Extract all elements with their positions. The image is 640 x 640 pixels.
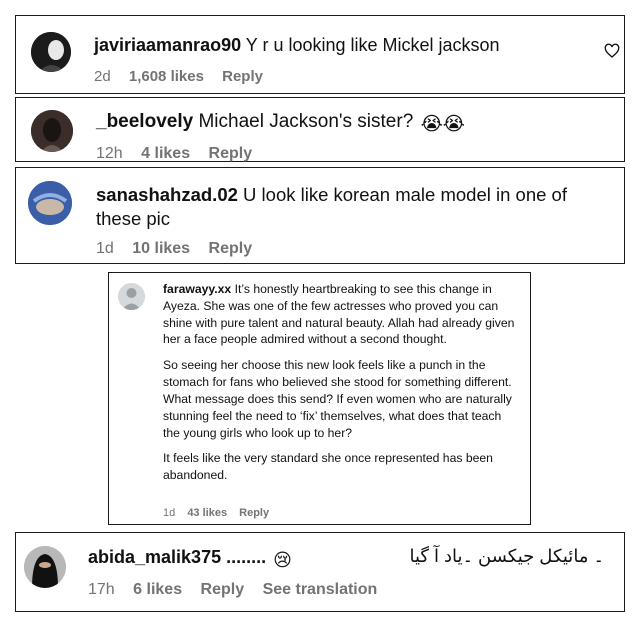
timestamp: 1d xyxy=(163,507,176,519)
reply-button[interactable]: Reply xyxy=(209,145,253,162)
comment-body: Y r u looking like Mickel jackson xyxy=(245,35,500,55)
comment-meta: 12h 4 likes Reply xyxy=(96,145,266,163)
sad-emoji-icon: 😢 xyxy=(273,550,292,570)
likes-count[interactable]: 43 likes xyxy=(187,507,227,519)
likes-count[interactable]: 1,608 likes xyxy=(129,68,204,85)
comment-body: ........ xyxy=(226,547,267,567)
comment-meta: 1d 10 likes Reply xyxy=(96,240,266,258)
default-avatar-icon[interactable] xyxy=(118,283,145,310)
likes-count[interactable]: 10 likes xyxy=(132,240,190,257)
reply-button[interactable]: Reply xyxy=(239,507,269,519)
avatar[interactable] xyxy=(31,110,73,152)
reply-button[interactable]: Reply xyxy=(222,68,263,85)
comment-meta: 1d 43 likes Reply xyxy=(163,507,278,519)
timestamp: 1d xyxy=(96,240,114,257)
likes-count[interactable]: 6 likes xyxy=(133,581,182,598)
heart-outline-icon[interactable] xyxy=(604,43,620,59)
comment-text: _beelovely Michael Jackson's sister? 😭😭 xyxy=(96,110,596,137)
comment-card: farawayy.xx It’s honestly heartbreaking … xyxy=(108,272,531,525)
comment-card: sanashahzad.02 U look like korean male m… xyxy=(15,167,625,264)
timestamp: 12h xyxy=(96,145,123,162)
comment-card: abida_malik375 ........ 😢 ۔ مائیکل جیکسن… xyxy=(15,532,625,612)
username[interactable]: _beelovely xyxy=(96,111,193,132)
avatar[interactable] xyxy=(28,181,72,225)
username[interactable]: abida_malik375 xyxy=(88,547,221,567)
comment-meta: 17h 6 likes Reply See translation xyxy=(88,581,391,599)
reply-button[interactable]: Reply xyxy=(209,240,253,257)
reply-button[interactable]: Reply xyxy=(201,581,245,598)
see-translation-button[interactable]: See translation xyxy=(263,581,378,598)
avatar[interactable] xyxy=(31,32,71,72)
comment-meta: 2d 1,608 likes Reply xyxy=(94,68,277,85)
avatar[interactable] xyxy=(24,546,66,588)
crying-emoji-icon: 😭😭 xyxy=(420,114,465,135)
likes-count[interactable]: 4 likes xyxy=(141,145,190,162)
username[interactable]: farawayy.xx xyxy=(163,282,231,296)
timestamp: 2d xyxy=(94,68,111,85)
comment-text: javiriaamanrao90 Y r u looking like Mick… xyxy=(94,34,574,57)
comment-card: _beelovely Michael Jackson's sister? 😭😭 … xyxy=(15,97,625,162)
comment-body: Michael Jackson's sister? xyxy=(198,111,414,132)
username[interactable]: sanashahzad.02 xyxy=(96,184,238,205)
comment-paragraph: It feels like the very standard she once… xyxy=(163,451,493,483)
comment-paragraph: So seeing her choose this new look feels… xyxy=(163,358,512,440)
comment-text: sanashahzad.02 U look like korean male m… xyxy=(96,183,616,231)
comment-card: javiriaamanrao90 Y r u looking like Mick… xyxy=(15,15,625,94)
timestamp: 17h xyxy=(88,581,115,598)
comment-text: farawayy.xx It’s honestly heartbreaking … xyxy=(163,281,519,493)
username[interactable]: javiriaamanrao90 xyxy=(94,35,241,55)
comment-body-urdu: ۔ مائیکل جیکسن ۔یاد آ گیا xyxy=(409,546,605,566)
